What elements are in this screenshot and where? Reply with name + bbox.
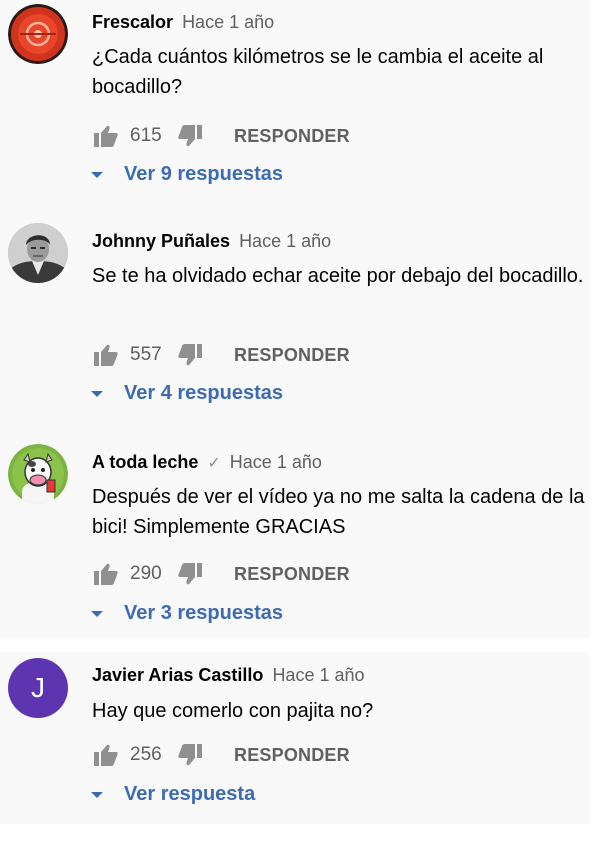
like-count: 557 — [130, 344, 162, 365]
view-replies-label: Ver 3 respuestas — [124, 602, 283, 624]
view-replies-label: Ver 9 respuestas — [124, 163, 283, 185]
thumbs-up-icon — [94, 744, 118, 766]
comment-actions: 256 RESPONDER — [92, 741, 350, 769]
reply-button[interactable]: RESPONDER — [234, 345, 350, 366]
view-replies-button[interactable]: Ver 3 respuestas — [90, 602, 283, 625]
comment-text: Se te ha olvidado echar aceite por debaj… — [92, 265, 584, 287]
comment-text: ¿Cada cuántos kilómetros se le cambia el… — [92, 46, 544, 98]
comment-header: A toda leche ✓ Hace 1 año — [92, 451, 322, 475]
comment-actions: 290 RESPONDER — [92, 560, 350, 588]
comment-text: Hay que comerlo con pajita no? — [92, 700, 374, 722]
thumbs-up-icon — [94, 344, 118, 366]
comment-header: Johnny Puñales Hace 1 año — [92, 230, 331, 252]
comment-time[interactable]: Hace 1 año — [272, 665, 364, 685]
comment-time[interactable]: Hace 1 año — [239, 231, 331, 251]
like-button[interactable] — [92, 560, 120, 588]
author-name[interactable]: A toda leche — [92, 452, 198, 472]
thumbs-up-icon — [94, 563, 118, 585]
cartoon-cow-icon — [8, 444, 68, 504]
like-button[interactable] — [92, 741, 120, 769]
comment-header: Javier Arias Castillo Hace 1 año — [92, 664, 365, 686]
verified-check-icon: ✓ — [207, 455, 221, 472]
like-count: 615 — [130, 125, 162, 146]
like-count: 290 — [130, 563, 162, 584]
comment-thread: Frescalor Hace 1 año ¿Cada cuántos kilóm… — [0, 0, 590, 210]
thumbs-down-icon — [178, 563, 202, 585]
comment-actions: 615 RESPONDER — [92, 122, 350, 150]
avatar[interactable] — [8, 4, 68, 64]
caret-down-icon — [91, 390, 103, 397]
author-name[interactable]: Frescalor — [92, 12, 173, 32]
comment-thread: Johnny Puñales Hace 1 año Se te ha olvid… — [0, 219, 590, 429]
thumbs-down-icon — [178, 744, 202, 766]
comment-thread: A toda leche ✓ Hace 1 año Después de ver… — [0, 440, 590, 650]
like-button[interactable] — [92, 122, 120, 150]
view-replies-label: Ver 4 respuestas — [124, 382, 283, 404]
comment-time[interactable]: Hace 1 año — [182, 12, 274, 32]
view-replies-label: Ver respuesta — [124, 783, 256, 805]
caret-down-icon — [91, 791, 103, 798]
comment-thread: J Javier Arias Castillo Hace 1 año Hay q… — [0, 652, 590, 862]
avatar[interactable] — [8, 444, 68, 504]
comment-text: Después de ver el vídeo ya no me salta l… — [92, 486, 585, 538]
thumbs-up-icon — [94, 125, 118, 147]
comment-header: Frescalor Hace 1 año — [92, 11, 274, 33]
view-replies-button[interactable]: Ver respuesta — [90, 783, 255, 806]
dislike-button[interactable] — [176, 341, 204, 369]
dislike-button[interactable] — [176, 560, 204, 588]
view-replies-button[interactable]: Ver 9 respuestas — [90, 163, 283, 186]
like-button[interactable] — [92, 341, 120, 369]
thumbs-down-icon — [178, 125, 202, 147]
comment-time[interactable]: Hace 1 año — [230, 452, 322, 472]
caret-down-icon — [91, 610, 103, 617]
red-circle-logo-icon — [8, 4, 68, 64]
thumbs-down-icon — [178, 344, 202, 366]
dislike-button[interactable] — [176, 741, 204, 769]
reply-button[interactable]: RESPONDER — [234, 745, 350, 766]
comment-actions: 557 RESPONDER — [92, 341, 350, 369]
reply-button[interactable]: RESPONDER — [234, 126, 350, 147]
dislike-button[interactable] — [176, 122, 204, 150]
view-replies-button[interactable]: Ver 4 respuestas — [90, 382, 283, 405]
like-count: 256 — [130, 744, 162, 765]
author-name[interactable]: Johnny Puñales — [92, 231, 230, 251]
portrait-icon — [8, 223, 68, 283]
avatar-letter: J — [31, 672, 45, 703]
author-name[interactable]: Javier Arias Castillo — [92, 665, 263, 685]
caret-down-icon — [91, 171, 103, 178]
avatar[interactable]: J — [8, 658, 68, 718]
avatar[interactable] — [8, 223, 68, 283]
reply-button[interactable]: RESPONDER — [234, 564, 350, 585]
